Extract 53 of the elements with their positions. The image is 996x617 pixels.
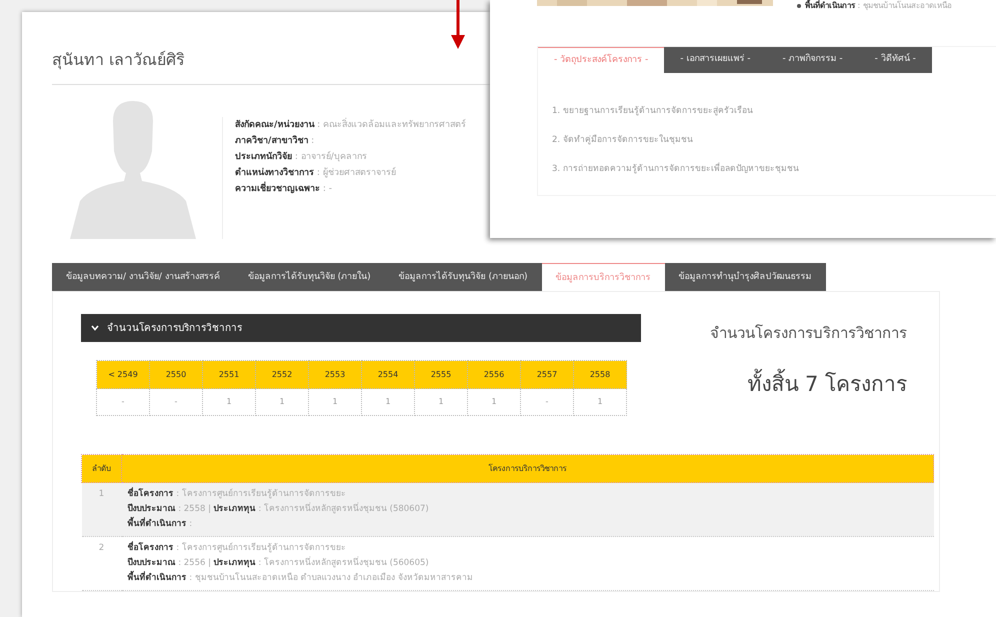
project-tab[interactable]: - วิดีทัศน์ -	[858, 47, 932, 73]
count-cell: 1	[362, 388, 414, 416]
chevron-icon	[91, 325, 99, 331]
objective-item: 3. การถ่ายทอดความรู้ด้านการจัดการขยะเพื่อลดปัญหาขยะชุมชน	[552, 164, 799, 174]
year-cell: 2551	[202, 360, 256, 388]
project-detail: พื้นที่ดำเนินการ :	[128, 519, 192, 529]
year-cell: 2553	[308, 360, 362, 388]
profile-field: ประเภทนักวิจัย : อาจารย์/บุคลากร	[235, 152, 367, 162]
down-arrow	[450, 0, 466, 50]
year-cell: 2558	[574, 360, 626, 388]
profile-field: ภาควิชา/สาขาวิชา :	[235, 136, 314, 146]
profile-field: ตำแหน่งทางวิชาการ : ผู้ช่วยศาสตราจารย์	[235, 168, 396, 178]
year-cell: < 2549	[96, 360, 150, 388]
project-detail: ประเภททุน : โครงการหนึ่งหลักสูตรหนึ่งชุมชน (560605)	[214, 558, 429, 568]
column-header: ลำดับ	[82, 454, 122, 482]
count-cell: -	[96, 388, 150, 416]
project-detail: ชื่อโครงการ : โครงการศูนย์การเรียนรู้ด้านการจัดการขยะ	[128, 489, 346, 499]
summary-caption: จำนวนโครงการบริการวิชาการ	[710, 323, 907, 344]
project-tab[interactable]: - ภาพกิจกรรม -	[766, 47, 859, 73]
project-detail: ปีงบประมาณ : 2556 |	[128, 558, 211, 568]
row-number: 2	[82, 536, 122, 590]
column-header: โครงการบริการวิชาการ	[122, 454, 934, 482]
year-cell: 2550	[150, 360, 202, 388]
project-tab[interactable]: - เอกสารเผยแพร่ -	[664, 47, 766, 73]
count-cell: 1	[308, 388, 362, 416]
year-cell: 2555	[414, 360, 468, 388]
bullet-icon	[797, 4, 801, 8]
section-tab[interactable]: ข้อมูลการทำนุบำรุงศิลปวัฒนธรรม	[664, 263, 826, 291]
panel-header[interactable]: จำนวนโครงการบริการวิชาการ	[81, 314, 641, 342]
profile-field: ความเชี่ยวชาญเฉพาะ : -	[235, 184, 332, 194]
count-cell: 1	[468, 388, 520, 416]
section-tab[interactable]: ข้อมูลบทความ/ งานวิจัย/ งานสร้างสรรค์	[52, 263, 234, 291]
count-cell: 1	[574, 388, 626, 416]
project-detail: พื้นที่ดำเนินการ : ชุมชนบ้านโนนสะอาดเหนือ ตำบลแวงนาง อำเภอเมือง จังหวัดมหาสารคาม	[128, 573, 473, 583]
profile-field: สังกัดคณะ/หน่วยงาน : คณะสิ่งแวดล้อมและทรัพยากรศาสตร์	[235, 120, 466, 130]
count-cell: -	[150, 388, 202, 416]
year-cell: 2554	[362, 360, 414, 388]
section-tab[interactable]: ข้อมูลการได้รับทุนวิจัย (ภายนอก)	[384, 263, 542, 291]
count-cell: 1	[202, 388, 256, 416]
count-cell: 1	[256, 388, 308, 416]
year-cell: 2557	[520, 360, 574, 388]
count-cell: 1	[414, 388, 468, 416]
count-cell: -	[520, 388, 574, 416]
project-detail: ปีงบประมาณ : 2558 |	[128, 504, 211, 514]
project-detail: ประเภททุน : โครงการหนึ่งหลักสูตรหนึ่งชุมชน (580607)	[214, 504, 429, 514]
year-cell: 2552	[256, 360, 308, 388]
row-number: 1	[82, 482, 122, 536]
year-cell: 2556	[468, 360, 520, 388]
project-total: ทั้งสิ้น 7 โครงการ	[747, 368, 907, 400]
objective-item: 1. ขยายฐานการเรียนรู้ด้านการจัดการขยะสู่ครัวเรือน	[552, 106, 753, 116]
project-detail: ชื่อโครงการ : โครงการศูนย์การเรียนรู้ด้านการจัดการขยะ	[128, 543, 346, 553]
section-tab[interactable]: ข้อมูลการได้รับทุนวิจัย (ภายใน)	[234, 263, 385, 291]
objective-item: 2. จัดทำคู่มือการจัดการขยะในชุมชน	[552, 135, 693, 145]
